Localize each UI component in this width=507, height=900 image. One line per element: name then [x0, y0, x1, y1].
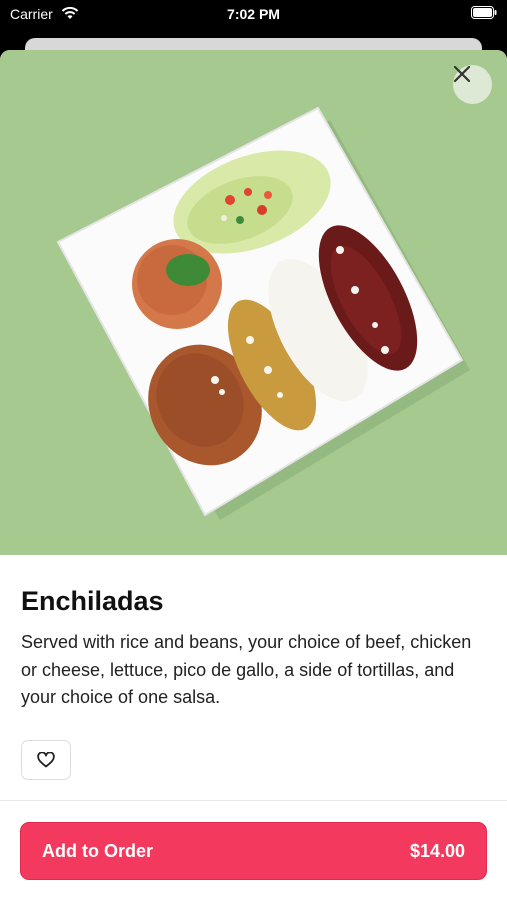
add-to-order-button[interactable]: Add to Order $14.00: [20, 822, 487, 880]
close-icon: [453, 65, 471, 83]
clock: 7:02 PM: [227, 6, 280, 22]
battery-icon: [471, 6, 497, 19]
status-bar: Carrier 7:02 PM: [0, 0, 507, 30]
price-label: $14.00: [409, 841, 465, 861]
favorite-button[interactable]: [21, 740, 71, 780]
add-to-order-label: Add to Order: [42, 841, 153, 861]
item-description: Served with rice and beans, your choice …: [21, 632, 472, 707]
heart-icon: [37, 752, 55, 768]
item-photo: [0, 50, 507, 555]
item-title: Enchiladas: [21, 586, 164, 616]
item-detail-sheet: Enchiladas Served with rice and beans, y…: [0, 50, 507, 900]
close-button[interactable]: [453, 65, 492, 104]
divider: [0, 800, 507, 801]
food-photo-icon: [56, 106, 470, 520]
